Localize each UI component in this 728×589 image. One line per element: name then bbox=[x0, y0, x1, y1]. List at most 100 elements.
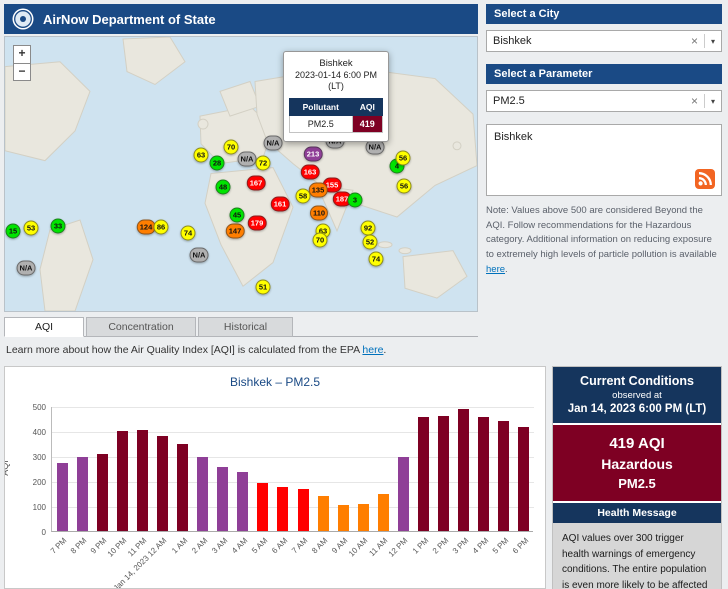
tab-concentration[interactable]: Concentration bbox=[86, 317, 196, 337]
aqi-marker[interactable]: 45 bbox=[230, 208, 245, 223]
y-tick-label: 100 bbox=[18, 503, 46, 512]
chart-bar[interactable] bbox=[137, 430, 148, 531]
health-message-text: AQI values over 300 trigger health warni… bbox=[553, 523, 721, 589]
chart-bar[interactable] bbox=[57, 463, 68, 531]
learn-more-text: Learn more about how the Air Quality Ind… bbox=[6, 344, 386, 356]
chart-bar[interactable] bbox=[77, 457, 88, 532]
chart-bar[interactable] bbox=[177, 444, 188, 532]
world-map[interactable]: + − 706328N/A72N/AN/A2134N/A565616716315… bbox=[4, 36, 478, 312]
chart-bar[interactable] bbox=[398, 457, 409, 532]
aqi-marker[interactable]: 110 bbox=[310, 206, 328, 221]
feed-box: Bishkek bbox=[486, 124, 722, 196]
parameter-select[interactable]: PM2.5 × ▾ bbox=[486, 90, 722, 112]
chart-bar[interactable] bbox=[117, 431, 128, 531]
chevron-down-icon[interactable]: ▾ bbox=[705, 37, 715, 46]
aqi-marker[interactable]: 63 bbox=[194, 148, 209, 163]
aqi-marker[interactable]: N/A bbox=[366, 140, 385, 155]
aqi-marker[interactable]: 135 bbox=[309, 183, 328, 198]
y-tick-label: 300 bbox=[18, 453, 46, 462]
aqi-marker[interactable]: 163 bbox=[301, 165, 320, 180]
aqi-marker[interactable]: 124 bbox=[137, 220, 156, 235]
map-popup: Bishkek 2023-01-14 6:00 PM (LT) Pollutan… bbox=[283, 51, 389, 142]
aqi-marker[interactable]: 53 bbox=[24, 221, 39, 236]
learn-more-here-link[interactable]: here bbox=[362, 344, 383, 356]
zoom-in-button[interactable]: + bbox=[13, 45, 31, 63]
chart-bar[interactable] bbox=[237, 472, 248, 531]
aqi-marker[interactable]: 28 bbox=[210, 156, 225, 171]
aqi-marker[interactable]: 167 bbox=[247, 176, 266, 191]
chart-bar[interactable] bbox=[418, 417, 429, 531]
chart-bar[interactable] bbox=[458, 409, 469, 532]
note-prefix: Note: Values above 500 are considered Be… bbox=[486, 205, 717, 260]
aqi-marker[interactable]: 179 bbox=[248, 216, 267, 231]
current-conditions-header: Current Conditions observed at Jan 14, 2… bbox=[553, 367, 721, 423]
aqi-marker[interactable]: 92 bbox=[361, 221, 376, 236]
aqi-value: 419 AQI bbox=[557, 435, 717, 452]
aqi-marker[interactable]: 70 bbox=[313, 233, 328, 248]
chevron-down-icon[interactable]: ▾ bbox=[705, 97, 715, 106]
parameter-select-value: PM2.5 bbox=[493, 95, 685, 107]
aqi-marker[interactable]: 48 bbox=[216, 180, 231, 195]
popup-col-pollutant: Pollutant bbox=[290, 98, 353, 115]
aqi-marker[interactable]: 3 bbox=[348, 193, 363, 208]
chart-bar[interactable] bbox=[217, 467, 228, 532]
chart-bar[interactable] bbox=[358, 504, 369, 532]
chart-bar[interactable] bbox=[438, 416, 449, 532]
tab-historical[interactable]: Historical bbox=[198, 317, 293, 337]
aqi-marker[interactable]: 15 bbox=[6, 224, 21, 239]
chart-bar[interactable] bbox=[277, 487, 288, 532]
aqi-marker[interactable]: N/A bbox=[17, 261, 36, 276]
observed-datetime: Jan 14, 2023 6:00 PM (LT) bbox=[557, 403, 717, 415]
app-header: AirNow Department of State bbox=[4, 4, 478, 34]
map-zoom-control: + − bbox=[13, 45, 31, 81]
tab-bar: AQI Concentration Historical bbox=[4, 317, 478, 337]
chart-bar[interactable] bbox=[97, 454, 108, 531]
clear-icon[interactable]: × bbox=[685, 34, 704, 48]
y-tick-label: 400 bbox=[18, 428, 46, 437]
chart-bar[interactable] bbox=[498, 421, 509, 531]
current-conditions-panel: Current Conditions observed at Jan 14, 2… bbox=[552, 366, 722, 589]
y-tick-label: 0 bbox=[18, 528, 46, 537]
note-here-link[interactable]: here bbox=[486, 264, 505, 275]
aqi-chart-panel: Bishkek – PM2.5 AQI 01002003004005007 PM… bbox=[4, 366, 546, 589]
city-select[interactable]: Bishkek × ▾ bbox=[486, 30, 722, 52]
aqi-marker[interactable]: 51 bbox=[256, 280, 271, 295]
aqi-marker[interactable]: 213 bbox=[304, 147, 323, 162]
airnow-dos-page: AirNow Department of State + − bbox=[0, 0, 728, 589]
aqi-marker[interactable]: 72 bbox=[256, 156, 271, 171]
aqi-marker[interactable]: 74 bbox=[181, 226, 196, 241]
aqi-marker[interactable]: 56 bbox=[396, 151, 411, 166]
popup-city: Bishkek bbox=[289, 58, 383, 69]
aqi-marker[interactable]: 70 bbox=[224, 140, 239, 155]
aqi-marker[interactable]: N/A bbox=[190, 248, 209, 263]
aqi-marker[interactable]: N/A bbox=[264, 136, 283, 151]
popup-aqi-value: 419 bbox=[352, 115, 382, 132]
aqi-marker[interactable]: N/A bbox=[238, 152, 257, 167]
zoom-out-button[interactable]: − bbox=[13, 63, 31, 81]
aqi-marker[interactable]: 58 bbox=[296, 189, 311, 204]
clear-icon[interactable]: × bbox=[685, 94, 704, 108]
tab-aqi[interactable]: AQI bbox=[4, 317, 84, 337]
aqi-marker[interactable]: 52 bbox=[363, 235, 378, 250]
aqi-marker[interactable]: 56 bbox=[397, 179, 412, 194]
rss-icon[interactable] bbox=[695, 169, 715, 189]
aqi-marker[interactable]: 161 bbox=[271, 197, 290, 212]
city-select-value: Bishkek bbox=[493, 35, 685, 47]
chart-bar[interactable] bbox=[197, 457, 208, 532]
aqi-marker[interactable]: 86 bbox=[154, 220, 169, 235]
chart-bar[interactable] bbox=[338, 505, 349, 531]
chart-bar[interactable] bbox=[157, 436, 168, 532]
aqi-marker[interactable]: 147 bbox=[226, 224, 245, 239]
department-of-state-seal-icon bbox=[12, 8, 34, 30]
chart-bar[interactable] bbox=[318, 496, 329, 531]
current-conditions-title: Current Conditions bbox=[557, 374, 717, 388]
popup-table: Pollutant AQI PM2.5 419 bbox=[289, 98, 383, 133]
chart-bar[interactable] bbox=[298, 489, 309, 532]
chart-bar[interactable] bbox=[257, 483, 268, 531]
chart-bar[interactable] bbox=[478, 417, 489, 531]
chart-bar[interactable] bbox=[518, 427, 529, 531]
feed-city-label: Bishkek bbox=[487, 125, 721, 149]
aqi-marker[interactable]: 33 bbox=[51, 219, 66, 234]
aqi-marker[interactable]: 74 bbox=[369, 252, 384, 267]
chart-bar[interactable] bbox=[378, 494, 389, 532]
